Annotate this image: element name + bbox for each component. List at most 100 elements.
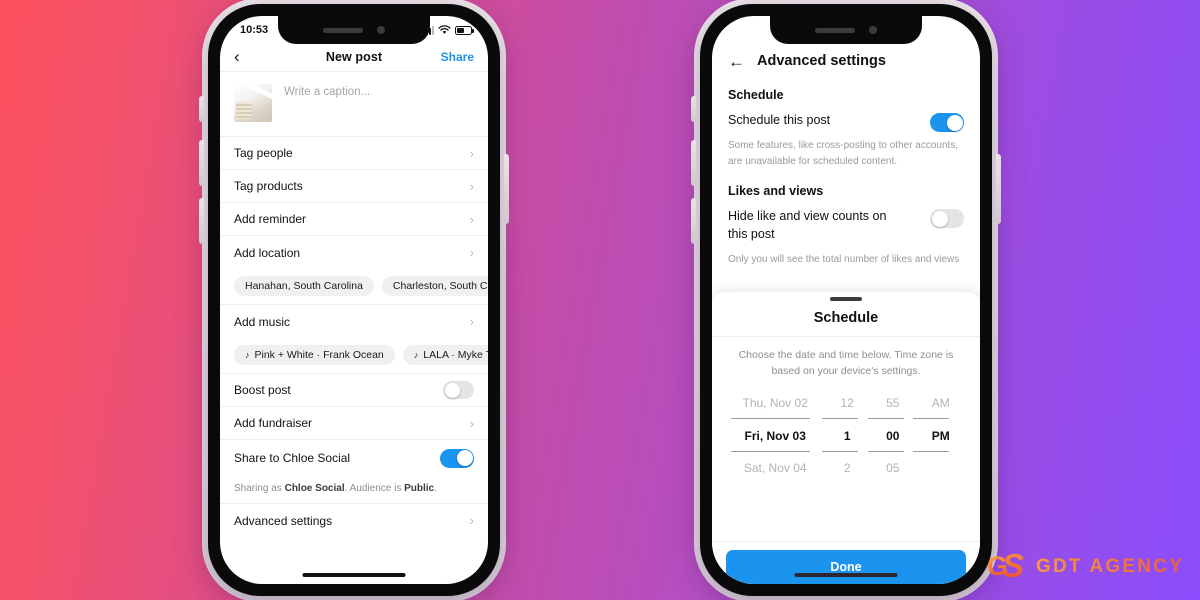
picker-date: Sat, Nov 04 bbox=[743, 461, 807, 476]
location-chip[interactable]: Charleston, South Carolina bbox=[381, 276, 488, 296]
mute-switch-button[interactable] bbox=[199, 96, 204, 122]
left-phone-screen: 10:53 ‹ New post Share Write a caption..… bbox=[220, 16, 488, 584]
share-button[interactable]: Share bbox=[441, 50, 474, 64]
sharing-note-prefix: Sharing as bbox=[234, 483, 285, 494]
row-label: Share to Chloe Social bbox=[234, 451, 351, 465]
row-advanced-settings[interactable]: Advanced settings › bbox=[220, 504, 488, 537]
device-notch bbox=[770, 16, 922, 44]
chevron-right-icon: › bbox=[469, 314, 474, 329]
row-tag-products[interactable]: Tag products › bbox=[220, 170, 488, 203]
row-hide-like-and-view-counts[interactable]: Hide like and view counts on this post bbox=[712, 200, 980, 246]
row-label: Add location bbox=[234, 245, 301, 260]
status-bar-indicators bbox=[423, 25, 474, 35]
right-phone-screen: ← Advanced settings Schedule Schedule th… bbox=[712, 16, 980, 584]
caption-input[interactable]: Write a caption... bbox=[284, 84, 370, 122]
chevron-right-icon: › bbox=[469, 178, 474, 194]
chip-label: Pink + White · Frank Ocean bbox=[254, 349, 384, 361]
front-camera-icon bbox=[377, 26, 385, 34]
done-button[interactable]: Done bbox=[726, 550, 966, 584]
schedule-this-post-toggle[interactable] bbox=[930, 113, 964, 132]
music-chip[interactable]: ♪ LALA · Myke Towers bbox=[402, 345, 488, 365]
wifi-icon bbox=[438, 25, 451, 34]
row-add-reminder[interactable]: Add reminder › bbox=[220, 203, 488, 236]
sharing-note-middle: . Audience is bbox=[344, 483, 405, 494]
row-label: Schedule this post bbox=[728, 113, 831, 127]
picker-row[interactable]: Thu, Nov 02 12 55 AM bbox=[726, 388, 966, 419]
status-bar-time: 10:53 bbox=[240, 24, 269, 36]
datetime-picker[interactable]: Thu, Nov 02 12 55 AM Fri, Nov 03 1 00 PM… bbox=[712, 382, 980, 488]
picker-hour: 2 bbox=[843, 461, 851, 476]
back-chevron-icon[interactable]: ‹ bbox=[234, 48, 240, 65]
share-to-chloe-social-toggle[interactable] bbox=[440, 448, 474, 468]
picker-ampm: AM bbox=[931, 396, 950, 411]
right-phone-device: ← Advanced settings Schedule Schedule th… bbox=[691, 0, 1001, 600]
row-label: Hide like and view counts on this post bbox=[728, 209, 887, 242]
hide-like-counts-toggle[interactable] bbox=[930, 209, 964, 229]
chevron-right-icon: › bbox=[469, 513, 474, 528]
music-suggestion-chips: ♪ Pink + White · Frank Ocean ♪ LALA · My… bbox=[220, 338, 488, 374]
earpiece-speaker-icon bbox=[815, 27, 855, 33]
volume-up-button[interactable] bbox=[691, 140, 696, 186]
chip-label: Charleston, South Carolina bbox=[392, 280, 488, 292]
likes-help-text: Only you will see the total number of li… bbox=[728, 253, 960, 265]
row-add-location[interactable]: Add location › bbox=[220, 236, 488, 269]
location-chip[interactable]: Hanahan, South Carolina bbox=[234, 276, 374, 296]
gdt-logo-mark-icon: G S bbox=[987, 548, 1027, 586]
sheet-title: Schedule bbox=[712, 301, 980, 337]
page-title: Advanced settings bbox=[757, 53, 886, 69]
schedule-bottom-sheet: Schedule Choose the date and time below.… bbox=[712, 292, 980, 584]
gdt-agency-watermark: G S GDT AGENCY bbox=[987, 548, 1184, 586]
boost-post-toggle[interactable] bbox=[443, 381, 474, 399]
row-add-fundraiser[interactable]: Add fundraiser › bbox=[220, 407, 488, 440]
logo-letter-s: S bbox=[1002, 547, 1025, 584]
section-heading-likes-and-views: Likes and views bbox=[728, 184, 824, 199]
music-note-icon: ♪ bbox=[245, 350, 250, 360]
picker-row[interactable]: Sat, Nov 04 2 05 bbox=[726, 453, 966, 484]
caption-row[interactable]: Write a caption... bbox=[220, 72, 488, 137]
mute-switch-button[interactable] bbox=[691, 96, 696, 122]
row-add-music[interactable]: Add music › bbox=[220, 305, 488, 338]
volume-down-button[interactable] bbox=[199, 198, 204, 244]
sheet-note: Choose the date and time below. Time zon… bbox=[738, 349, 954, 378]
chip-label: LALA · Myke Towers bbox=[423, 349, 488, 361]
volume-down-button[interactable] bbox=[691, 198, 696, 244]
sharing-note: Sharing as Chloe Social. Audience is Pub… bbox=[220, 476, 488, 504]
picker-selection-lines bbox=[726, 417, 966, 452]
sharing-note-account: Chloe Social bbox=[284, 483, 345, 494]
sharing-note-suffix: . bbox=[434, 483, 437, 494]
power-button[interactable] bbox=[996, 154, 1001, 224]
chevron-right-icon: › bbox=[469, 245, 474, 260]
picker-hour: 12 bbox=[840, 396, 854, 411]
row-share-to-chloe-social[interactable]: Share to Chloe Social bbox=[220, 440, 488, 476]
location-suggestion-chips: Hanahan, South Carolina Charleston, Sout… bbox=[220, 269, 488, 305]
row-schedule-this-post[interactable]: Schedule this post bbox=[712, 104, 980, 134]
music-chip[interactable]: ♪ Pink + White · Frank Ocean bbox=[234, 345, 395, 365]
device-notch bbox=[278, 16, 430, 44]
earpiece-speaker-icon bbox=[323, 27, 363, 33]
picker-date: Thu, Nov 02 bbox=[742, 396, 808, 411]
sharing-note-audience: Public bbox=[404, 483, 435, 494]
row-label: Advanced settings bbox=[234, 513, 333, 528]
row-label: Add fundraiser bbox=[234, 416, 313, 430]
arrow-left-icon[interactable]: ← bbox=[728, 53, 745, 70]
right-nav-bar: ← Advanced settings bbox=[712, 44, 980, 78]
chevron-right-icon: › bbox=[469, 415, 474, 431]
row-label: Tag people bbox=[234, 146, 293, 160]
battery-icon bbox=[455, 25, 474, 35]
power-button[interactable] bbox=[504, 154, 509, 224]
watermark-text: GDT AGENCY bbox=[1036, 556, 1184, 577]
volume-up-button[interactable] bbox=[199, 140, 204, 186]
row-boost-post[interactable]: Boost post bbox=[220, 374, 488, 407]
home-indicator[interactable] bbox=[302, 573, 406, 577]
picker-minute: 05 bbox=[886, 461, 900, 476]
row-tag-people[interactable]: Tag people › bbox=[220, 137, 488, 170]
chevron-right-icon: › bbox=[469, 211, 474, 227]
row-label: Add reminder bbox=[234, 212, 307, 226]
picker-minute: 55 bbox=[886, 396, 900, 411]
left-phone-device: 10:53 ‹ New post Share Write a caption..… bbox=[199, 0, 509, 600]
front-camera-icon bbox=[869, 26, 877, 34]
post-thumbnail-image[interactable] bbox=[234, 84, 272, 122]
done-button-area: Done bbox=[712, 541, 980, 584]
row-label: Boost post bbox=[234, 383, 291, 397]
home-indicator[interactable] bbox=[794, 573, 898, 577]
